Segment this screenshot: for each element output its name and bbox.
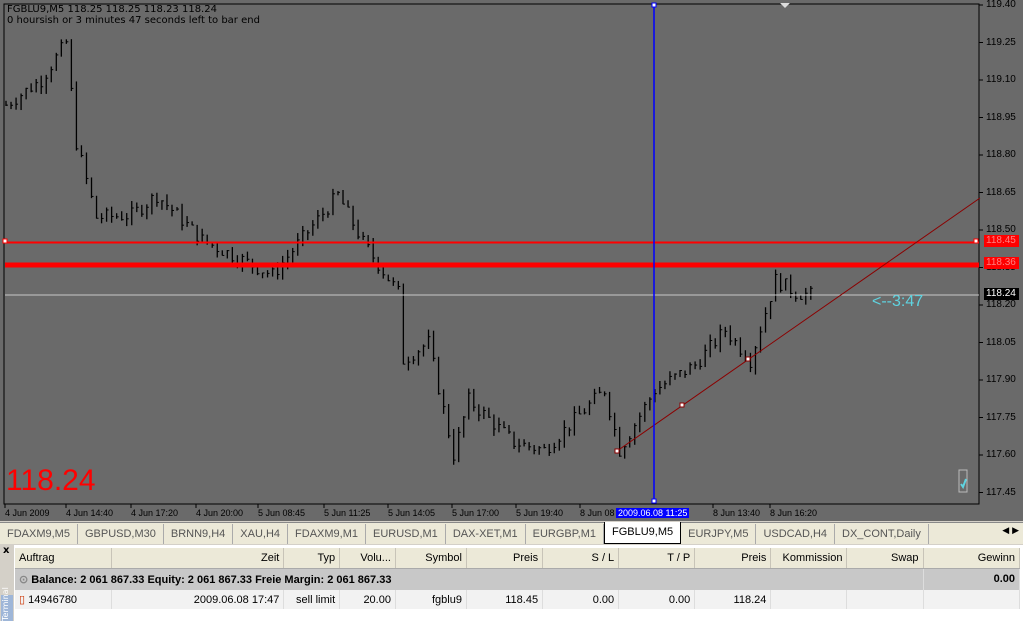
y-tick-label: 117.60 <box>986 449 1016 460</box>
price-chart[interactable]: FGBLU9,M5 118.25 118.25 118.23 118.24 0 … <box>0 0 1023 521</box>
balance-text: Balance: 2 061 867.33 Equity: 2 061 867.… <box>31 573 392 586</box>
order-cell: 2009.06.08 17:47 <box>111 590 285 609</box>
tab-brnn9-h4[interactable]: BRNN9,H4 <box>164 524 234 544</box>
hline-handle <box>973 238 979 244</box>
y-tick-label: 118.05 <box>986 336 1016 348</box>
balance-summary: ⊙ Balance: 2 061 867.33 Equity: 2 061 86… <box>15 568 924 590</box>
tab-fgblu9-m5[interactable]: FGBLU9,M5 <box>603 522 682 544</box>
order-row[interactable]: ▯ 14946780 2009.06.08 17:47 sell limit 20.0… <box>15 590 1021 609</box>
tab-xau-h4[interactable]: XAU,H4 <box>233 524 289 544</box>
tab-eurjpy-m5[interactable]: EURJPY,M5 <box>681 524 757 544</box>
column-header[interactable]: Zeit <box>111 548 285 569</box>
order-cell: 118.45 <box>466 590 544 609</box>
close-icon[interactable]: x <box>0 545 14 556</box>
x-tick-label: 5 Jun 14:05 <box>388 508 436 518</box>
tab-gbpusd-m30[interactable]: GBPUSD,M30 <box>78 524 164 544</box>
x-tick-label: 4 Jun 17:20 <box>131 508 179 518</box>
tab-dax-xet-m1[interactable]: DAX-XET,M1 <box>446 524 526 544</box>
y-tick-label: 119.25 <box>986 36 1016 48</box>
shift-marker-icon <box>780 3 790 8</box>
tab-usdcad-h4[interactable]: USDCAD,H4 <box>756 524 836 544</box>
column-header[interactable]: Volu... <box>339 548 396 569</box>
tab-scroll-arrows[interactable]: ◀ ▶ <box>1002 526 1019 536</box>
x-tick-label: 5 Jun 17:00 <box>452 508 500 518</box>
column-header[interactable]: Kommission <box>770 548 848 569</box>
terminal-label: Terminal <box>1 587 13 621</box>
tab-dx-cont-daily[interactable]: DX_CONT,Daily <box>835 524 929 544</box>
chart-header-timer: 0 hoursish or 3 minutes 47 seconds left … <box>7 15 260 26</box>
x-tick-label: 4 Jun 14:40 <box>66 508 114 518</box>
trendline-handle <box>614 448 620 454</box>
terminal-sidebar: x Terminal <box>0 545 14 621</box>
y-tick-label: 118.80 <box>986 149 1016 160</box>
hline-handle <box>2 238 8 244</box>
order-cell <box>770 590 848 609</box>
y-tick-label: 118.95 <box>986 111 1016 123</box>
order-cell: 0.00 <box>618 590 696 609</box>
tab-fdaxm9-m1[interactable]: FDAXM9,M1 <box>288 524 367 544</box>
trendline-handle <box>745 356 751 362</box>
column-header[interactable]: Preis <box>694 548 772 569</box>
check-icon <box>960 478 967 490</box>
y-tick-label: 117.75 <box>986 411 1016 423</box>
tab-eurusd-m1[interactable]: EURUSD,M1 <box>366 524 446 544</box>
chart-header-ohlc: FGBLU9,M5 118.25 118.25 118.23 118.24 <box>7 4 217 15</box>
price-label-line2: 118.36 <box>984 257 1019 269</box>
column-header[interactable]: Swap <box>846 548 924 569</box>
y-tick-label: 119.40 <box>986 0 1016 10</box>
chart-frame <box>3 3 980 505</box>
column-header[interactable]: Symbol <box>395 548 467 569</box>
y-tick-label: 118.65 <box>986 186 1016 198</box>
y-tick-label: 118.50 <box>986 224 1016 235</box>
x-tick-label: 8 Jun 16:20 <box>770 508 818 518</box>
x-tick-label: 8 Jun 08 <box>580 508 615 518</box>
chart-tabs: FDAXM9,M5 GBPUSD,M30 BRNN9,H4 XAU,H4 FDAXM9,… <box>0 522 1023 544</box>
order-cell <box>923 590 1021 609</box>
column-header[interactable]: Auftrag <box>15 548 112 569</box>
price-label-current: 118.24 <box>984 288 1019 300</box>
order-cell: 118.24 <box>694 590 772 609</box>
x-tick-label: 4 Jun 20:00 <box>196 508 244 518</box>
cursor-time-label: 2009.06.08 11:25 <box>616 508 690 518</box>
order-cell: sell limit <box>283 590 341 609</box>
column-header[interactable]: Typ <box>283 548 341 569</box>
y-tick-label: 117.45 <box>986 486 1016 498</box>
pending-order-icon: ▯ <box>19 594 29 606</box>
bar-countdown: <--3:47 <box>872 293 924 310</box>
x-tick-label: 5 Jun 19:40 <box>516 508 564 518</box>
balance-row: ⊙ Balance: 2 061 867.33 Equity: 2 061 86… <box>15 568 1021 590</box>
order-cell: ▯ 14946780 <box>15 590 112 609</box>
order-id: 14946780 <box>28 594 78 606</box>
order-cell: 20.00 <box>339 590 396 609</box>
y-tick-label: 117.90 <box>986 374 1016 385</box>
chart-canvas[interactable] <box>0 0 1023 521</box>
balance-profit: 0.00 <box>923 568 1021 590</box>
column-header[interactable]: S / L <box>542 548 620 569</box>
price-label-line1: 118.45 <box>984 235 1019 247</box>
order-cell: 0.00 <box>542 590 620 609</box>
column-header[interactable]: T / P <box>618 548 696 569</box>
x-tick-label: 8 Jun 13:40 <box>713 508 761 518</box>
trendline-handle <box>679 402 685 408</box>
vline-handle <box>651 498 657 504</box>
tab-eurgbp-m1[interactable]: EURGBP,M1 <box>526 524 604 544</box>
trend-line <box>616 197 981 452</box>
y-tick-label: 118.20 <box>986 299 1016 310</box>
x-tick-label: 5 Jun 08:45 <box>258 508 306 518</box>
y-tick-label: 119.10 <box>986 74 1016 85</box>
column-header[interactable]: Preis <box>466 548 544 569</box>
tab-fdaxm9-m5[interactable]: FDAXM9,M5 <box>0 524 78 544</box>
orders-table: Auftrag Zeit Typ Volu... Symbol Preis S / LT /… <box>15 548 1021 609</box>
x-tick-label: 5 Jun 11:25 <box>324 508 371 518</box>
vline-handle <box>651 2 657 8</box>
x-tick-label: 4 Jun 2009 <box>5 508 50 518</box>
big-price: 118.24 <box>6 464 96 497</box>
order-cell <box>846 590 924 609</box>
balance-icon: ⊙ <box>19 573 32 586</box>
order-cell: fgblu9 <box>395 590 467 609</box>
column-header[interactable]: Gewinn <box>923 548 1021 569</box>
